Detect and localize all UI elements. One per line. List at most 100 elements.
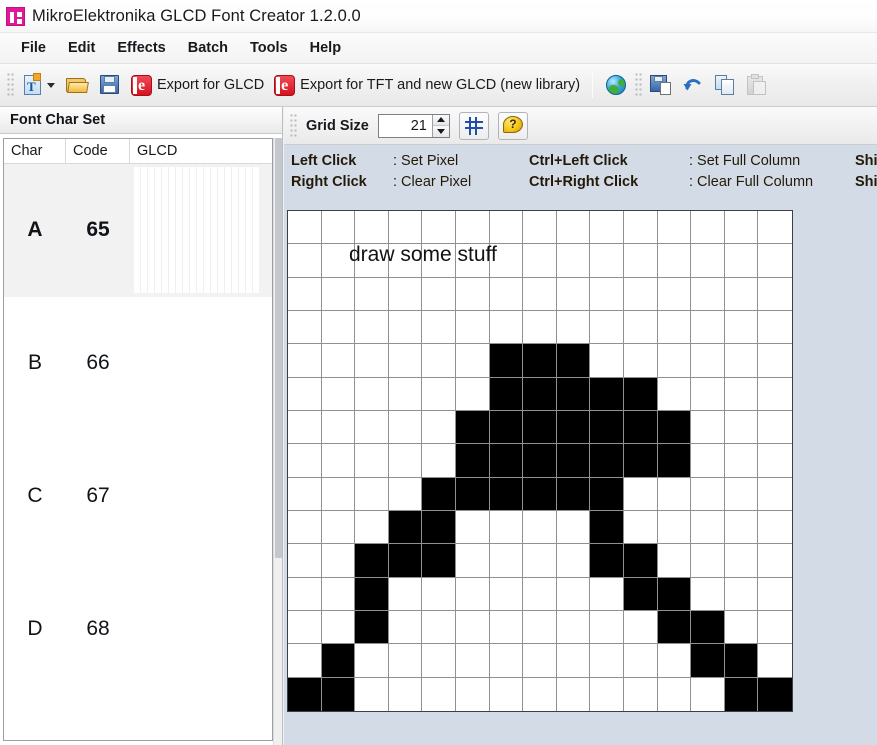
pixel-cell[interactable] — [523, 677, 557, 711]
pixel-cell[interactable] — [288, 477, 322, 511]
pixel-cell[interactable] — [724, 544, 759, 578]
pixel-cell[interactable] — [422, 444, 456, 478]
pixel-cell[interactable] — [623, 477, 658, 511]
pixel-cell[interactable] — [422, 677, 456, 711]
pixel-cell[interactable] — [455, 510, 490, 545]
pixel-cell[interactable] — [724, 410, 759, 445]
grid-size-increment-button[interactable] — [432, 114, 449, 126]
pixel-cell[interactable] — [657, 644, 692, 678]
pixel-cell[interactable] — [523, 310, 557, 345]
save-button[interactable] — [95, 69, 125, 101]
pixel-cell[interactable] — [355, 211, 389, 245]
pixel-cell[interactable] — [691, 477, 725, 511]
open-button[interactable] — [61, 69, 93, 101]
pixel-cell[interactable] — [590, 444, 624, 478]
pixel-cell[interactable] — [388, 577, 423, 611]
pixel-cell[interactable] — [691, 677, 725, 711]
pixel-cell[interactable] — [758, 578, 792, 611]
pixel-cell[interactable] — [355, 610, 389, 645]
pixel-cell[interactable] — [556, 344, 591, 378]
pixel-cell[interactable] — [691, 377, 725, 411]
pixel-cell[interactable] — [455, 211, 490, 245]
pixel-cell[interactable] — [691, 444, 725, 478]
pixel-cell[interactable] — [623, 610, 658, 645]
pixel-cell[interactable] — [489, 610, 524, 645]
pixel-cell[interactable] — [321, 477, 356, 511]
pixel-cell[interactable] — [556, 477, 591, 511]
table-row[interactable]: D 68 — [4, 563, 272, 696]
pixel-cell[interactable] — [455, 377, 490, 411]
pixel-cell[interactable] — [321, 610, 356, 645]
pixel-cell[interactable] — [724, 510, 759, 545]
pixel-cell[interactable] — [590, 377, 624, 411]
help-button[interactable]: ? — [497, 111, 528, 140]
pixel-cell[interactable] — [523, 477, 557, 511]
pixel-cell[interactable] — [288, 277, 322, 311]
pixel-cell[interactable] — [556, 577, 591, 611]
pixel-cell[interactable] — [388, 477, 423, 511]
pixel-cell[interactable] — [321, 377, 356, 411]
pixel-cell[interactable] — [321, 577, 356, 611]
pixel-cell[interactable] — [758, 478, 792, 511]
grid-toolbar-grip[interactable] — [290, 113, 297, 138]
pixel-cell[interactable] — [355, 577, 389, 611]
pixel-cell[interactable] — [556, 277, 591, 311]
pixel-cell[interactable] — [758, 211, 792, 245]
pixel-cell[interactable] — [691, 410, 725, 445]
pixel-cell[interactable] — [590, 544, 624, 578]
pixel-cell[interactable] — [590, 410, 624, 445]
pixel-cell[interactable] — [388, 211, 423, 245]
pixel-cell[interactable] — [590, 211, 624, 245]
pixel-cell[interactable] — [288, 211, 322, 245]
pixel-cell[interactable] — [321, 510, 356, 545]
pixel-cell[interactable] — [388, 644, 423, 678]
pixel-cell[interactable] — [623, 344, 658, 378]
pixel-cell[interactable] — [590, 510, 624, 545]
pixel-cell[interactable] — [758, 611, 792, 645]
pixel-cell[interactable] — [758, 311, 792, 345]
pixel-cell[interactable] — [489, 344, 524, 378]
pixel-cell[interactable] — [422, 544, 456, 578]
pixel-cell[interactable] — [422, 344, 456, 378]
pixel-cell[interactable] — [456, 677, 490, 711]
pixel-cell[interactable] — [691, 610, 725, 645]
pixel-cell[interactable] — [355, 477, 389, 511]
pixel-cell[interactable] — [556, 410, 591, 445]
pixel-cell[interactable] — [422, 377, 456, 411]
char-set-scrollbar[interactable] — [273, 138, 282, 745]
pixel-cell[interactable] — [288, 344, 322, 378]
pixel-cell[interactable] — [455, 277, 490, 311]
pixel-cell[interactable] — [590, 310, 624, 345]
pixel-cell[interactable] — [590, 344, 624, 378]
pixel-cell[interactable] — [355, 410, 389, 445]
pixel-cell[interactable] — [355, 644, 389, 678]
pixel-cell[interactable] — [455, 444, 490, 478]
menu-item-tools[interactable]: Tools — [239, 37, 299, 59]
pixel-cell[interactable] — [523, 510, 557, 545]
pixel-cell[interactable] — [623, 410, 658, 445]
pixel-cell[interactable] — [321, 544, 356, 578]
pixel-cell[interactable] — [724, 344, 759, 378]
pixel-cell[interactable] — [388, 544, 423, 578]
export-for-tft-button[interactable]: e Export for TFT and new GLCD (new libra… — [270, 69, 584, 101]
pixel-grid[interactable] — [287, 210, 793, 712]
pixel-cell[interactable] — [657, 377, 692, 411]
pixel-cell[interactable] — [623, 310, 658, 345]
paste-button[interactable] — [742, 69, 772, 101]
pixel-cell[interactable] — [288, 444, 322, 478]
pixel-cell[interactable] — [623, 277, 658, 311]
pixel-cell[interactable] — [556, 544, 591, 578]
pixel-cell[interactable] — [724, 644, 759, 678]
pixel-cell[interactable] — [455, 310, 490, 345]
pixel-cell[interactable] — [758, 444, 792, 478]
pixel-cell[interactable] — [321, 211, 356, 245]
pixel-cell[interactable] — [389, 677, 423, 711]
pixel-cell[interactable] — [623, 211, 658, 245]
pixel-cell[interactable] — [556, 510, 591, 545]
pixel-cell[interactable] — [489, 310, 524, 345]
pixel-cell[interactable] — [590, 244, 624, 278]
pixel-cell[interactable] — [321, 444, 356, 478]
pixel-cell[interactable] — [355, 344, 389, 378]
pixel-cell[interactable] — [321, 344, 356, 378]
pixel-cell[interactable] — [455, 644, 490, 678]
